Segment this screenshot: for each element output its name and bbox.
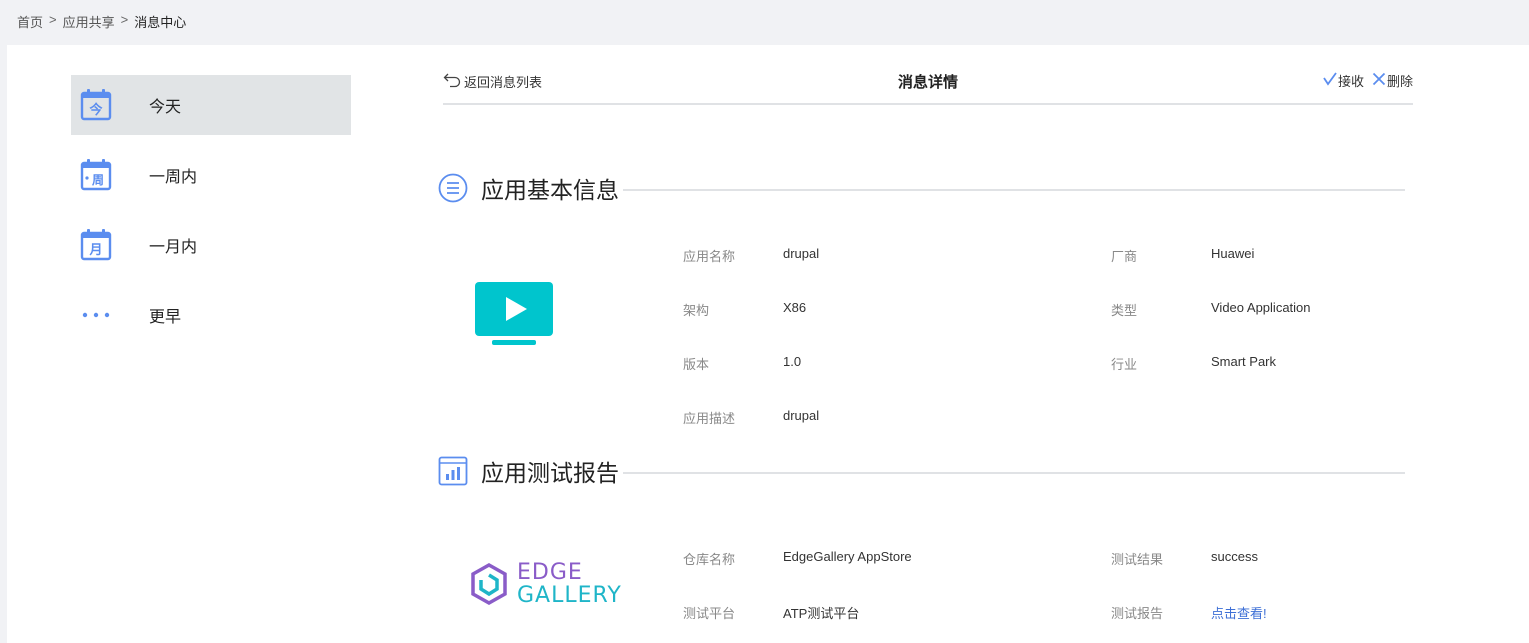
list-circle-icon xyxy=(437,172,469,204)
field-label: 应用名称 xyxy=(683,249,736,264)
section-title: 应用基本信息 xyxy=(481,177,619,203)
field-label: 测试报告 xyxy=(1111,606,1164,621)
breadcrumb-separator: > xyxy=(120,12,129,27)
field-label: 行业 xyxy=(1111,357,1138,372)
breadcrumb-app-share[interactable]: 应用共享 xyxy=(63,12,115,31)
svg-text:今: 今 xyxy=(88,102,103,118)
more-dots-icon xyxy=(79,298,113,332)
field-value: Smart Park xyxy=(1211,354,1277,369)
field-label: 版本 xyxy=(683,357,710,372)
breadcrumb-home[interactable]: 首页 xyxy=(17,12,43,31)
field-value: 1.0 xyxy=(783,354,802,369)
field-value: X86 xyxy=(783,300,807,315)
detail-actions: 接收 删除 xyxy=(1323,71,1413,90)
breadcrumb: 首页 > 应用共享 > 消息中心 xyxy=(17,12,186,31)
sidebar-item-month[interactable]: 月 一月内 xyxy=(71,215,351,275)
page-title: 消息详情 xyxy=(897,74,958,91)
field-value: drupal xyxy=(783,246,820,261)
field-label: 测试结果 xyxy=(1111,552,1164,567)
logo-line-edge: EDGE xyxy=(517,560,583,585)
close-icon xyxy=(1372,72,1386,89)
sidebar-item-label: 一周内 xyxy=(149,169,198,186)
field-label: 仓库名称 xyxy=(683,552,736,567)
calendar-month-icon: 月 xyxy=(79,228,113,262)
edgegallery-logo: EDGE GALLERY xyxy=(469,561,622,607)
calendar-today-icon: 今 xyxy=(79,88,113,122)
field-label: 厂商 xyxy=(1111,249,1138,264)
app-video-icon xyxy=(475,282,555,353)
field-value: success xyxy=(1211,549,1258,564)
breadcrumb-current: 消息中心 xyxy=(134,15,187,30)
field-value: Video Application xyxy=(1211,300,1311,315)
section-divider xyxy=(623,472,1405,474)
field-label: 类型 xyxy=(1111,303,1138,318)
sidebar-item-label: 一月内 xyxy=(149,239,198,256)
sidebar-item-label: 今天 xyxy=(149,99,182,116)
calendar-week-icon: 周 xyxy=(79,158,113,192)
content-panel: 今 今天 周 一周内 月 一月内 更早 返回消息列表 消息详情 接收 删除 应用… xyxy=(7,45,1529,643)
breadcrumb-separator: > xyxy=(49,12,57,27)
test-report-header: 应用测试报告 xyxy=(437,454,1405,488)
accept-button[interactable]: 接收 xyxy=(1323,71,1364,90)
field-label: 应用描述 xyxy=(683,411,736,426)
section-title: 应用测试报告 xyxy=(481,460,619,486)
sidebar-item-today[interactable]: 今 今天 xyxy=(71,75,351,135)
sidebar-item-label: 更早 xyxy=(149,309,182,326)
svg-text:月: 月 xyxy=(88,243,102,258)
field-label: 架构 xyxy=(683,303,710,318)
detail-toolbar: 返回消息列表 消息详情 接收 删除 xyxy=(443,67,1413,105)
logo-line-gallery: GALLERY xyxy=(517,583,622,608)
report-chart-icon xyxy=(437,455,469,487)
accept-label: 接收 xyxy=(1337,74,1364,89)
field-value: EdgeGallery AppStore xyxy=(783,549,912,564)
svg-text:周: 周 xyxy=(92,173,104,187)
field-value: Huawei xyxy=(1211,246,1255,261)
field-value: ATP测试平台 xyxy=(783,606,860,621)
message-detail: 返回消息列表 消息详情 接收 删除 应用基本信息 应用名称 drupal 厂商 … xyxy=(438,67,1413,621)
sidebar: 今 今天 周 一周内 月 一月内 更早 xyxy=(71,75,351,355)
view-report-link[interactable]: 点击查看! xyxy=(1211,603,1267,622)
basic-info-header: 应用基本信息 xyxy=(437,171,1405,205)
field-value: drupal xyxy=(783,408,820,423)
sidebar-item-week[interactable]: 周 一周内 xyxy=(71,145,351,205)
sidebar-item-earlier[interactable]: 更早 xyxy=(71,285,351,345)
field-label: 测试平台 xyxy=(683,606,736,621)
delete-label: 删除 xyxy=(1386,74,1413,89)
section-divider xyxy=(623,189,1405,191)
check-icon xyxy=(1323,72,1337,89)
delete-button[interactable]: 删除 xyxy=(1372,71,1413,90)
